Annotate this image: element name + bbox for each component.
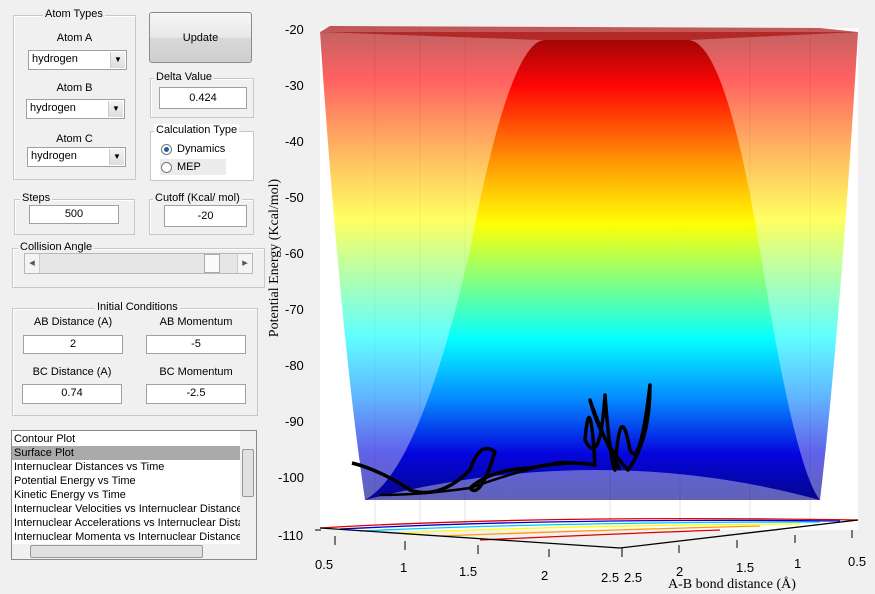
atom-b-select[interactable]: hydrogen ▼	[26, 99, 125, 119]
arrow-left-icon[interactable]: ◂	[25, 254, 40, 273]
horizontal-scrollbar[interactable]	[12, 544, 256, 559]
x-tick-label: 2	[541, 568, 549, 583]
atom-c-value: hydrogen	[31, 150, 77, 162]
atom-a-value: hydrogen	[32, 53, 78, 65]
z-tick-label: -30	[285, 78, 304, 93]
x-tick-label: 1.5	[736, 560, 755, 575]
z-tick-label: -50	[285, 190, 304, 205]
bc-distance-label: BC Distance (A)	[32, 366, 112, 378]
bc-distance-input[interactable]: 0.74	[22, 384, 122, 404]
initial-conditions-title: Initial Conditions	[95, 301, 180, 313]
z-tick-label: -110	[278, 528, 304, 543]
radio-dynamics[interactable]: Dynamics	[161, 143, 225, 156]
atom-c-select[interactable]: hydrogen ▼	[27, 147, 126, 167]
atom-types-title: Atom Types	[43, 8, 105, 20]
ab-momentum-input[interactable]: -5	[146, 335, 246, 354]
x-tick-label: 1.5	[459, 564, 478, 579]
list-item[interactable]: Contour Plot	[12, 432, 240, 446]
cutoff-title: Cutoff (Kcal/ mol)	[153, 192, 242, 204]
arrow-right-icon[interactable]: ▸	[237, 254, 252, 273]
update-label: Update	[182, 32, 219, 44]
z-axis-label: Potential Energy (Kcal/mol)	[267, 178, 282, 338]
x-tick-label: 2.5	[624, 570, 643, 585]
chevron-down-icon[interactable]: ▼	[109, 149, 124, 165]
delta-value-title: Delta Value	[154, 71, 215, 83]
chevron-down-icon[interactable]: ▼	[108, 101, 123, 117]
z-tick-label: -70	[285, 302, 304, 317]
bc-momentum-label: BC Momentum	[159, 366, 233, 378]
steps-input[interactable]: 500	[29, 205, 119, 224]
list-item[interactable]: Internuclear Distances vs Time	[12, 460, 240, 474]
list-item[interactable]: Potential Energy vs Time	[12, 474, 240, 488]
radio-mep-label: MEP	[177, 161, 201, 173]
plot-type-listbox[interactable]: Contour Plot Surface Plot Internuclear D…	[11, 430, 257, 560]
ab-distance-input[interactable]: 2	[23, 335, 123, 354]
slider-thumb[interactable]	[204, 254, 220, 273]
list-item[interactable]: Internuclear Momenta vs Internuclear Dis…	[12, 530, 240, 544]
radio-dynamics-label: Dynamics	[177, 143, 226, 155]
x-tick-label: 2.5	[601, 570, 620, 585]
x-tick-label: 0.5	[848, 554, 867, 569]
cutoff-input[interactable]: -20	[164, 205, 247, 227]
surface-plot[interactable]	[260, 0, 875, 594]
scroll-thumb[interactable]	[242, 449, 254, 497]
x-axis-label: A-B bond distance (Å)	[668, 577, 796, 592]
z-tick-label: -60	[285, 246, 304, 261]
collision-angle-slider[interactable]: ◂ ▸	[24, 253, 253, 274]
atom-a-label: Atom A	[56, 32, 93, 44]
atom-b-value: hydrogen	[30, 102, 76, 114]
bc-momentum-input[interactable]: -2.5	[146, 384, 246, 404]
radio-unselected-icon	[161, 161, 172, 173]
chevron-down-icon[interactable]: ▼	[110, 52, 125, 68]
vertical-scrollbar[interactable]	[240, 431, 256, 544]
calculation-type-title: Calculation Type	[154, 124, 240, 136]
z-tick-label: -80	[285, 358, 304, 373]
x-tick-label: 1	[794, 556, 802, 571]
list-item[interactable]: Internuclear Accelerations vs Internucle…	[12, 516, 240, 530]
atom-c-label: Atom C	[56, 133, 93, 145]
list-item[interactable]: Kinetic Energy vs Time	[12, 488, 240, 502]
delta-value-input[interactable]: 0.424	[159, 87, 247, 109]
z-tick-label: -90	[285, 414, 304, 429]
list-item[interactable]: Internuclear Velocities vs Internuclear …	[12, 502, 240, 516]
z-tick-label: -20	[285, 22, 304, 37]
radio-selected-icon	[161, 143, 172, 155]
atom-b-label: Atom B	[56, 82, 93, 94]
list-item-selected[interactable]: Surface Plot	[12, 446, 240, 460]
scroll-thumb[interactable]	[30, 545, 203, 558]
x-tick-label: 0.5	[315, 557, 334, 572]
z-tick-label: -40	[285, 134, 304, 149]
x-tick-label: 1	[400, 560, 408, 575]
update-button[interactable]: Update	[149, 12, 252, 63]
z-tick-label: -100	[278, 470, 305, 485]
x-axis-ticks	[315, 529, 853, 557]
steps-title: Steps	[20, 192, 53, 204]
ab-distance-label: AB Distance (A)	[33, 316, 113, 328]
ab-momentum-label: AB Momentum	[159, 316, 233, 328]
radio-mep[interactable]: MEP	[160, 159, 226, 175]
collision-angle-title: Collision Angle	[18, 241, 95, 253]
atom-a-select[interactable]: hydrogen ▼	[28, 50, 127, 70]
